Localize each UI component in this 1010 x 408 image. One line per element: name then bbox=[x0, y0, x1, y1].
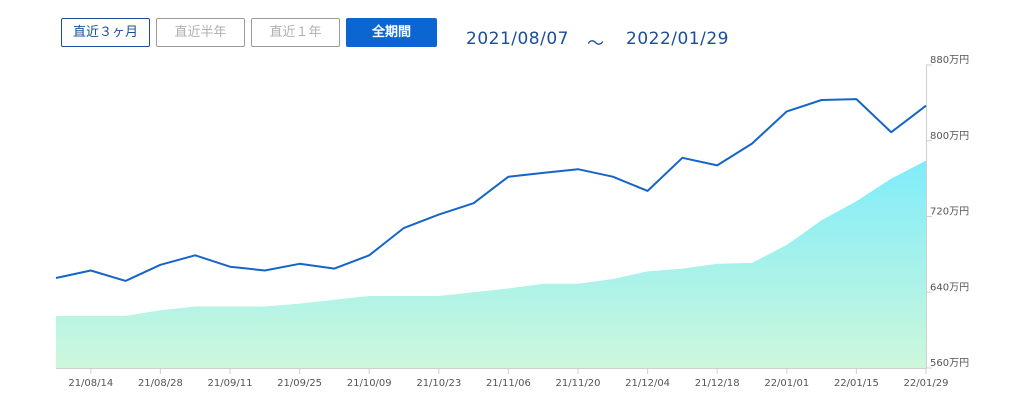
x-tick-label: 21/08/28 bbox=[138, 378, 183, 389]
x-tick-label: 21/12/04 bbox=[625, 378, 670, 389]
x-tick-label: 21/08/14 bbox=[68, 378, 113, 389]
area-series-1 bbox=[56, 160, 926, 368]
y-tick-label: 880万円 bbox=[930, 55, 969, 66]
x-tick-label: 21/10/09 bbox=[347, 378, 392, 389]
y-tick-label: 720万円 bbox=[930, 207, 969, 218]
x-tick-label: 21/11/20 bbox=[556, 378, 601, 389]
x-tick-label: 22/01/15 bbox=[834, 378, 879, 389]
y-tick-label: 800万円 bbox=[930, 131, 969, 142]
x-tick-label: 22/01/01 bbox=[764, 378, 809, 389]
x-tick-label: 21/10/23 bbox=[416, 378, 461, 389]
x-tick-label: 21/09/25 bbox=[277, 378, 322, 389]
x-tick-label: 21/12/18 bbox=[695, 378, 740, 389]
y-tick-label: 560万円 bbox=[930, 358, 969, 369]
x-tick-label: 22/01/29 bbox=[904, 378, 949, 389]
x-tick-label: 21/11/06 bbox=[486, 378, 531, 389]
asset-chart: 880万円 800万円 720万円 640万円 560万円 21/08/14 21/08/2… bbox=[55, 55, 969, 389]
x-tick-label: 21/09/11 bbox=[208, 378, 253, 389]
y-tick-label: 640万円 bbox=[930, 282, 969, 293]
